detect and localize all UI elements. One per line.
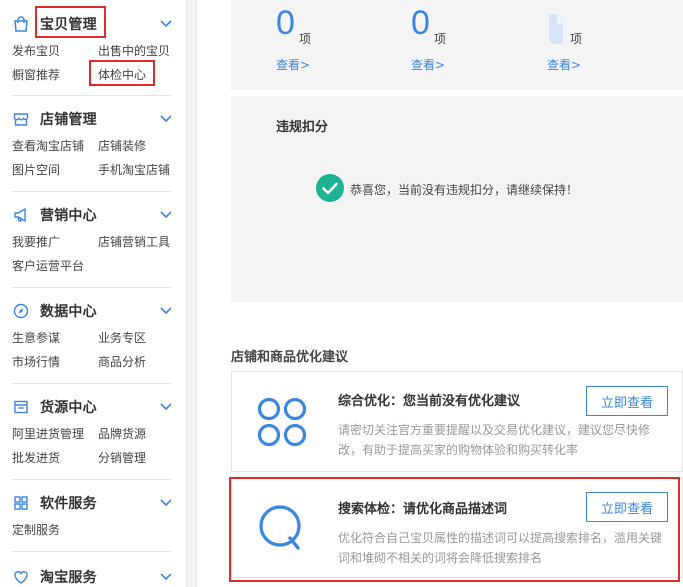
- check-circle-icon: [316, 174, 344, 202]
- sidebar-section-title: 营销中心: [40, 208, 97, 224]
- sidebar-section-header[interactable]: 数据中心: [12, 299, 97, 323]
- sidebar-link-business-zone[interactable]: 业务专区: [98, 329, 146, 346]
- sidebar-link-publish-item[interactable]: 发布宝贝: [12, 42, 60, 59]
- violation-panel: 违规扣分 恭喜您，当前没有违规扣分，请继续保持！: [231, 96, 683, 302]
- sidebar-section-data-center: 数据中心 生意参谋 业务专区 市场行情 商品分析: [0, 299, 187, 379]
- sidebar-section-store-management: 店铺管理 查看淘宝店铺 店铺装修 图片空间 手机淘宝店铺: [0, 107, 187, 187]
- sidebar-link-mobile-store[interactable]: 手机淘宝店铺: [98, 161, 170, 178]
- stat-value: 0: [276, 4, 295, 42]
- stat-view-link[interactable]: 查看>: [547, 56, 581, 73]
- sidebar-link-window-recommend[interactable]: 橱窗推荐: [12, 66, 60, 83]
- compass-icon: [12, 302, 30, 320]
- stat-unit: 项: [434, 32, 447, 46]
- highlight-box-checkup-link: [89, 60, 155, 86]
- sidebar-section-taobao-service: 淘宝服务: [0, 565, 187, 587]
- stat-view-link[interactable]: 查看>: [411, 56, 445, 73]
- chevron-down-icon[interactable]: [159, 112, 173, 126]
- chevron-down-icon[interactable]: [159, 496, 173, 510]
- box-icon: [12, 398, 30, 416]
- suggestion-description: 请密切关注官方重要提醒以及交易优化建议，建议您尽快修改，有助于提高买家的购物体验…: [338, 423, 651, 457]
- megaphone-icon: [12, 206, 30, 224]
- sidebar-section-sourcing: 货源中心 阿里进货管理 品牌货源 批发进货 分销管理: [0, 395, 187, 475]
- divider: [12, 287, 171, 288]
- grid-icon: [12, 494, 30, 512]
- sidebar: 宝贝管理 发布宝贝 出售中的宝贝 橱窗推荐 体检中心 店铺管理 查看淘宝店铺 店…: [0, 0, 187, 587]
- sidebar-link-wholesale[interactable]: 批发进货: [12, 449, 60, 466]
- sidebar-link-distribution[interactable]: 分销管理: [98, 449, 146, 466]
- stats-panel: 0 项 查看> 0 项 查看> 项 查看>: [231, 0, 683, 90]
- sidebar-link-view-store[interactable]: 查看淘宝店铺: [12, 137, 84, 154]
- sidebar-section-header[interactable]: 淘宝服务: [12, 565, 97, 587]
- view-now-button[interactable]: 立即查看: [586, 386, 668, 416]
- violation-message: 恭喜您，当前没有违规扣分，请继续保持！: [350, 183, 579, 197]
- highlight-box-search-card: [229, 477, 680, 582]
- shopping-bag-icon: [12, 15, 30, 33]
- chevron-down-icon[interactable]: [159, 400, 173, 414]
- sidebar-scrollbar[interactable]: [187, 0, 197, 587]
- stat-value: 0: [411, 4, 430, 42]
- sidebar-link-market-trends[interactable]: 市场行情: [12, 353, 60, 370]
- sidebar-section-title: 数据中心: [40, 304, 97, 320]
- sidebar-section-header[interactable]: 软件服务: [12, 491, 97, 515]
- divider: [12, 95, 171, 96]
- sidebar-section-header[interactable]: 营销中心: [12, 203, 97, 227]
- divider: [12, 479, 171, 480]
- sidebar-section-header[interactable]: 货源中心: [12, 395, 97, 419]
- sidebar-section-title: 店铺管理: [40, 112, 97, 128]
- sidebar-link-customer-platform[interactable]: 客户运营平台: [12, 257, 84, 274]
- sidebar-link-marketing-tools[interactable]: 店铺营销工具: [98, 233, 170, 250]
- sidebar-link-brand-supply[interactable]: 品牌货源: [98, 425, 146, 442]
- heart-icon: [12, 568, 30, 586]
- loading-placeholder-icon: [549, 14, 563, 44]
- sidebar-link-store-decoration[interactable]: 店铺装修: [98, 137, 146, 154]
- sidebar-section-title: 软件服务: [40, 496, 97, 512]
- sidebar-section-marketing: 营销中心 我要推广 店铺营销工具 客户运营平台: [0, 203, 187, 283]
- violation-title: 违规扣分: [276, 120, 329, 135]
- sidebar-link-items-on-sale[interactable]: 出售中的宝贝: [98, 42, 170, 59]
- storefront-icon: [12, 110, 30, 128]
- sidebar-link-product-analysis[interactable]: 商品分析: [98, 353, 146, 370]
- sidebar-link-business-advisor[interactable]: 生意参谋: [12, 329, 60, 346]
- stat-unit: 项: [570, 32, 583, 46]
- stat-view-link[interactable]: 查看>: [276, 56, 310, 73]
- chevron-down-icon[interactable]: [159, 208, 173, 222]
- sidebar-link-ali-purchase[interactable]: 阿里进货管理: [12, 425, 84, 442]
- chevron-down-icon[interactable]: [159, 17, 173, 31]
- sidebar-section-header[interactable]: 店铺管理: [12, 107, 97, 131]
- suggestion-title: 综合优化：您当前没有优化建议: [338, 394, 521, 409]
- highlight-box-section-title: [35, 6, 106, 38]
- sidebar-section-software: 软件服务 定制服务: [0, 491, 187, 547]
- divider: [12, 551, 171, 552]
- sidebar-section-title: 淘宝服务: [40, 570, 97, 586]
- stat-unit: 项: [299, 32, 312, 46]
- suggestions-section-title: 店铺和商品优化建议: [231, 350, 349, 365]
- sidebar-link-promote[interactable]: 我要推广: [12, 233, 60, 250]
- four-circles-icon: [257, 397, 307, 447]
- suggestion-card-overall: 综合优化：您当前没有优化建议 请密切关注官方重要提醒以及交易优化建议，建议您尽快…: [231, 371, 683, 472]
- sidebar-link-custom-service[interactable]: 定制服务: [12, 521, 60, 538]
- divider: [12, 191, 171, 192]
- divider: [12, 383, 171, 384]
- sidebar-section-title: 货源中心: [40, 400, 97, 416]
- chevron-down-icon[interactable]: [159, 304, 173, 318]
- chevron-down-icon[interactable]: [159, 570, 173, 584]
- sidebar-link-image-space[interactable]: 图片空间: [12, 161, 60, 178]
